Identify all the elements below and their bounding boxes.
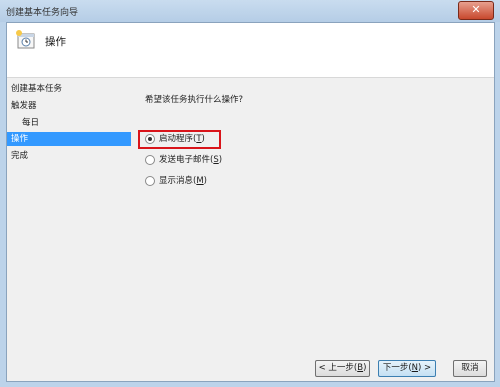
next-label: 下一步(	[382, 363, 412, 373]
wizard-body: 操作 创建基本任务 触发器 每日 操作 完成 希望该任务执行什么操作? 启动程序…	[6, 22, 495, 382]
back-label: < 上一步(	[318, 363, 358, 373]
option-label: 显示消息(	[159, 176, 197, 186]
title-bar[interactable]: 创建基本任务向导 ✕	[0, 0, 500, 22]
action-question: 希望该任务执行什么操作?	[145, 95, 244, 105]
next-suffix: ) >	[418, 363, 432, 373]
option-mnemonic: M	[196, 176, 204, 186]
window-title: 创建基本任务向导	[6, 8, 79, 18]
option-suffix: )	[203, 176, 207, 186]
nav-item-finish[interactable]: 完成	[7, 149, 131, 163]
nav-item-action[interactable]: 操作	[7, 132, 131, 146]
cancel-button[interactable]: 取消	[453, 360, 487, 377]
wizard-header: 操作	[7, 23, 494, 78]
page-title: 操作	[45, 36, 66, 48]
annotation-highlight-box	[138, 130, 221, 149]
back-button[interactable]: < 上一步(B)	[315, 360, 370, 377]
clock-task-icon	[16, 30, 35, 49]
nav-item-trigger[interactable]: 触发器	[7, 99, 131, 113]
radio-send-email[interactable]	[145, 155, 155, 165]
option-label: 发送电子邮件(	[159, 155, 214, 165]
next-button[interactable]: 下一步(N) >	[378, 360, 436, 377]
radio-display-message[interactable]	[145, 176, 155, 186]
option-suffix: )	[218, 155, 223, 165]
close-button[interactable]: ✕	[458, 1, 494, 20]
nav-item-create-basic-task[interactable]: 创建基本任务	[7, 82, 131, 96]
action-content: 希望该任务执行什么操作? 启动程序(T) 发送电子邮件(S) 显示消息(M)	[145, 80, 485, 330]
wizard-steps-nav: 创建基本任务 触发器 每日 操作 完成	[7, 80, 131, 376]
wizard-window: 创建基本任务向导 ✕ 操作 创建基本任务 触发器 每日 操作 完成 希望该任务执…	[0, 0, 500, 387]
back-suffix: )	[363, 363, 367, 373]
nav-item-daily[interactable]: 每日	[7, 116, 131, 130]
